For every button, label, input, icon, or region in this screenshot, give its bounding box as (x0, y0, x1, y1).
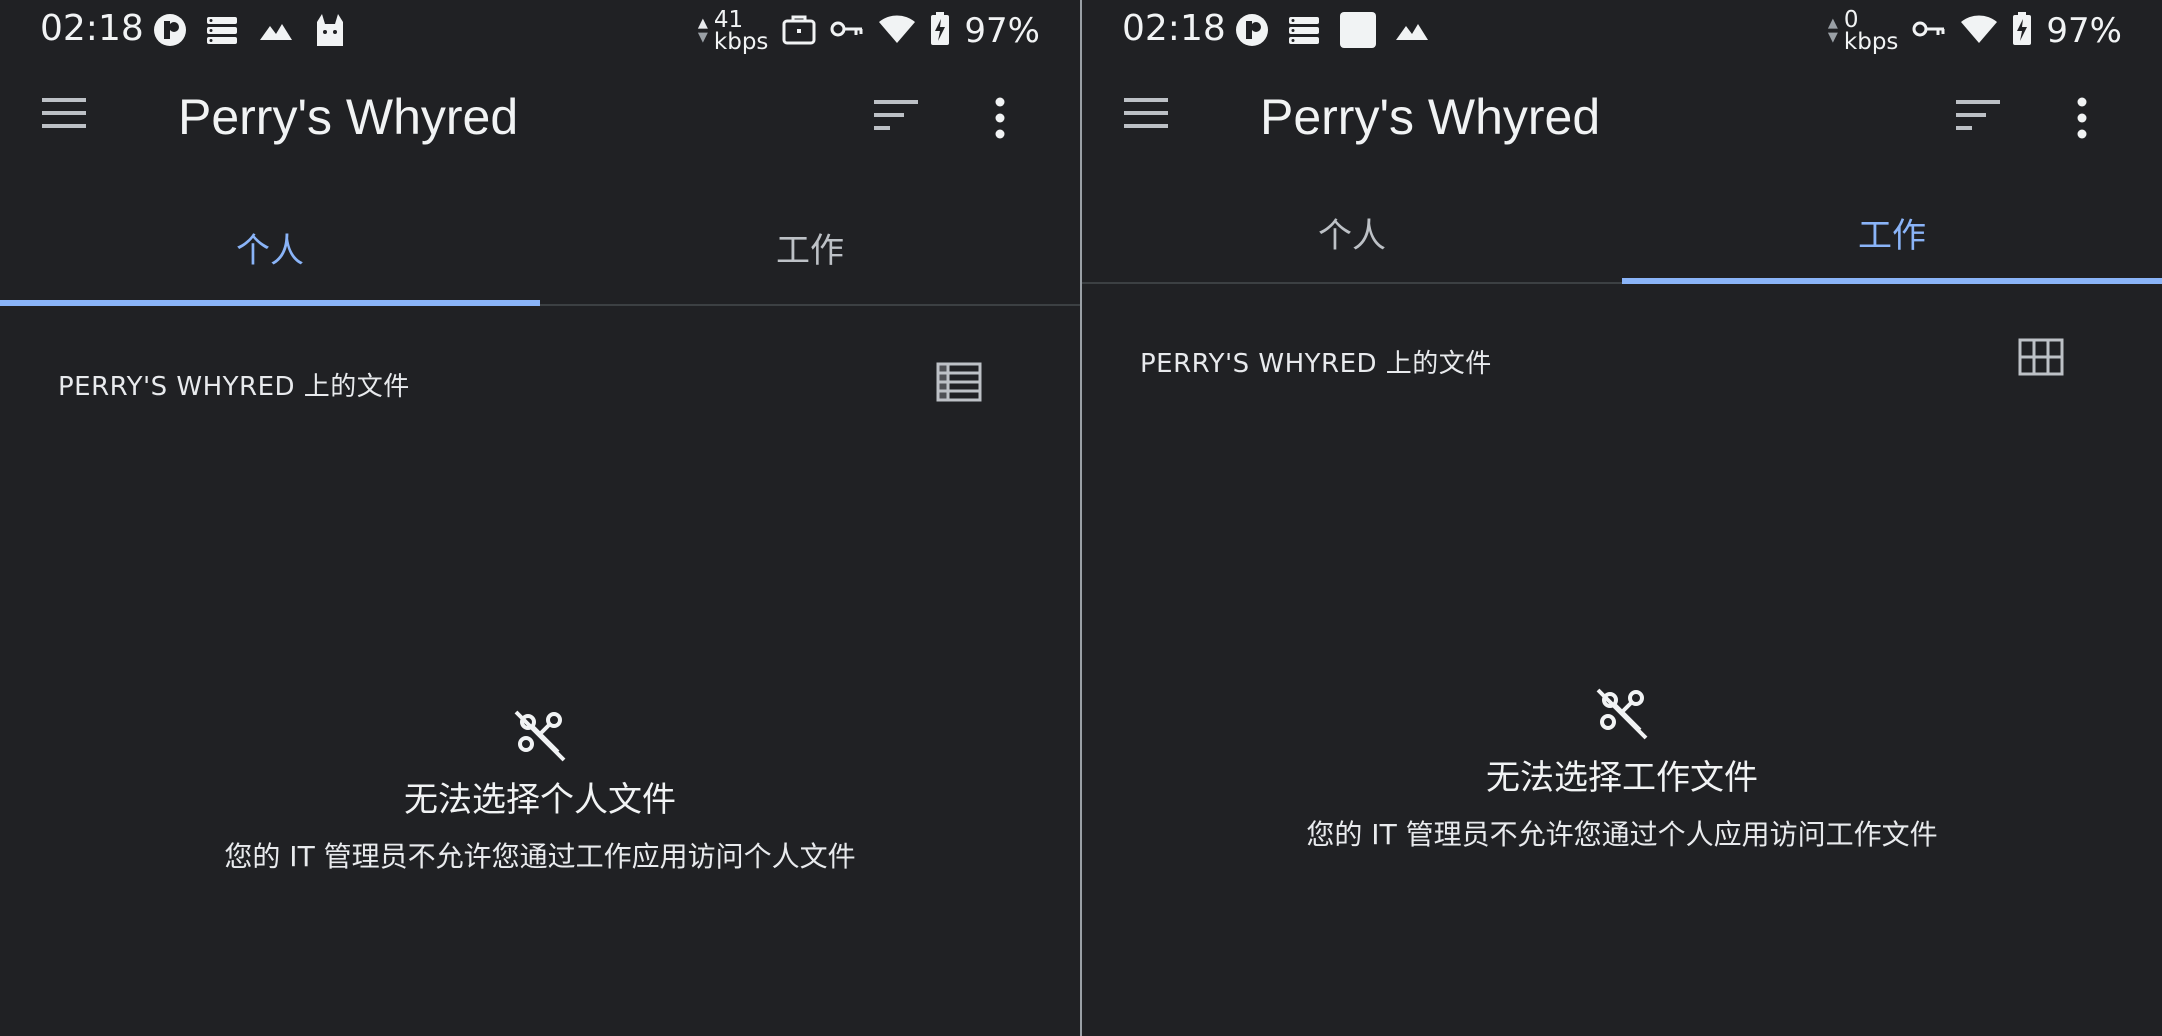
network-speed-value: 41 (713, 7, 744, 33)
app-bar: Perry's Whyred (0, 62, 1080, 178)
data-activity-icon: ▲ ▼ (697, 16, 708, 45)
battery-percent: 97% (2046, 11, 2122, 51)
status-time: 02:18 (1122, 8, 1226, 49)
more-vert-icon[interactable] (2072, 96, 2122, 152)
empty-message: 您的 IT 管理员不允许您通过工作应用访问个人文件 (224, 840, 856, 873)
app-title: Perry's Whyred (178, 89, 519, 145)
landscape-icon (1392, 10, 1432, 50)
profile-tabs: 个人 工作 (1082, 182, 2162, 284)
empty-state: 无法选择个人文件 您的 IT 管理员不允许您通过工作应用访问个人文件 (0, 706, 1080, 879)
network-speed-value: 0 (1843, 7, 1859, 33)
status-bar: 02:18 ▲ ▼ 0 kbps 97% (1082, 0, 2162, 62)
vpn-key-icon (1912, 19, 1946, 43)
status-right-cluster: ▲ ▼ 0 kbps 97% (1828, 6, 2122, 56)
cross-profile-blocked-icon (512, 706, 568, 762)
app-bar: Perry's Whyred (1082, 62, 2162, 178)
battery-charging-icon (2012, 12, 2032, 50)
tab-work[interactable]: 工作 (540, 190, 1080, 304)
profile-tabs: 个人 工作 (0, 190, 1080, 306)
grid-view-icon[interactable] (2018, 338, 2066, 382)
blank-notification-icon (1338, 10, 1378, 50)
tab-work[interactable]: 工作 (1622, 182, 2162, 284)
network-speed-unit: kbps (713, 29, 769, 55)
battery-charging-icon (930, 12, 950, 50)
cat-icon (310, 10, 350, 50)
network-speed: ▲ ▼ 0 kbps (1827, 7, 1899, 55)
list-view-icon[interactable] (936, 362, 984, 406)
more-vert-icon[interactable] (990, 96, 1040, 152)
empty-message: 您的 IT 管理员不允许您通过个人应用访问工作文件 (1306, 818, 1938, 851)
battery-percent: 97% (964, 11, 1040, 51)
storage-icon (1284, 10, 1324, 50)
status-bar: 02:18 ▲ ▼ 41 kbps 97% (0, 0, 1080, 62)
tab-personal[interactable]: 个人 (1082, 182, 1622, 282)
empty-state: 无法选择工作文件 您的 IT 管理员不允许您通过个人应用访问工作文件 (1082, 684, 2162, 857)
tab-personal[interactable]: 个人 (0, 190, 540, 306)
vpn-app-icon (1232, 10, 1272, 50)
vpn-key-icon (830, 19, 864, 43)
sort-icon[interactable] (872, 96, 928, 152)
briefcase-icon (782, 13, 816, 49)
status-right-cluster: ▲ ▼ 41 kbps 97% (698, 6, 1040, 56)
empty-title: 无法选择个人文件 (404, 780, 676, 820)
right-screen: 02:18 ▲ ▼ 0 kbps 97% Perry's Whyred 个人 工… (1082, 0, 2162, 1036)
vpn-app-icon (150, 10, 190, 50)
files-section-title: PERRY'S WHYRED 上的文件 (58, 372, 410, 402)
status-time: 02:18 (40, 8, 144, 49)
data-activity-icon: ▲ ▼ (1827, 16, 1838, 45)
network-speed-unit: kbps (1843, 29, 1899, 55)
wifi-icon (1960, 14, 1998, 48)
landscape-icon (256, 10, 296, 50)
files-section-title: PERRY'S WHYRED 上的文件 (1140, 349, 1492, 379)
cross-profile-blocked-icon (1594, 684, 1650, 740)
storage-icon (202, 10, 242, 50)
left-screen: 02:18 ▲ ▼ 41 kbps 97% Perry's Whyred 个人 … (0, 0, 1080, 1036)
menu-icon[interactable] (1122, 94, 1178, 150)
empty-title: 无法选择工作文件 (1486, 758, 1758, 798)
app-title: Perry's Whyred (1260, 89, 1601, 145)
menu-icon[interactable] (40, 94, 96, 150)
network-speed: ▲ ▼ 41 kbps (697, 7, 769, 55)
sort-icon[interactable] (1954, 96, 2010, 152)
wifi-icon (878, 14, 916, 48)
